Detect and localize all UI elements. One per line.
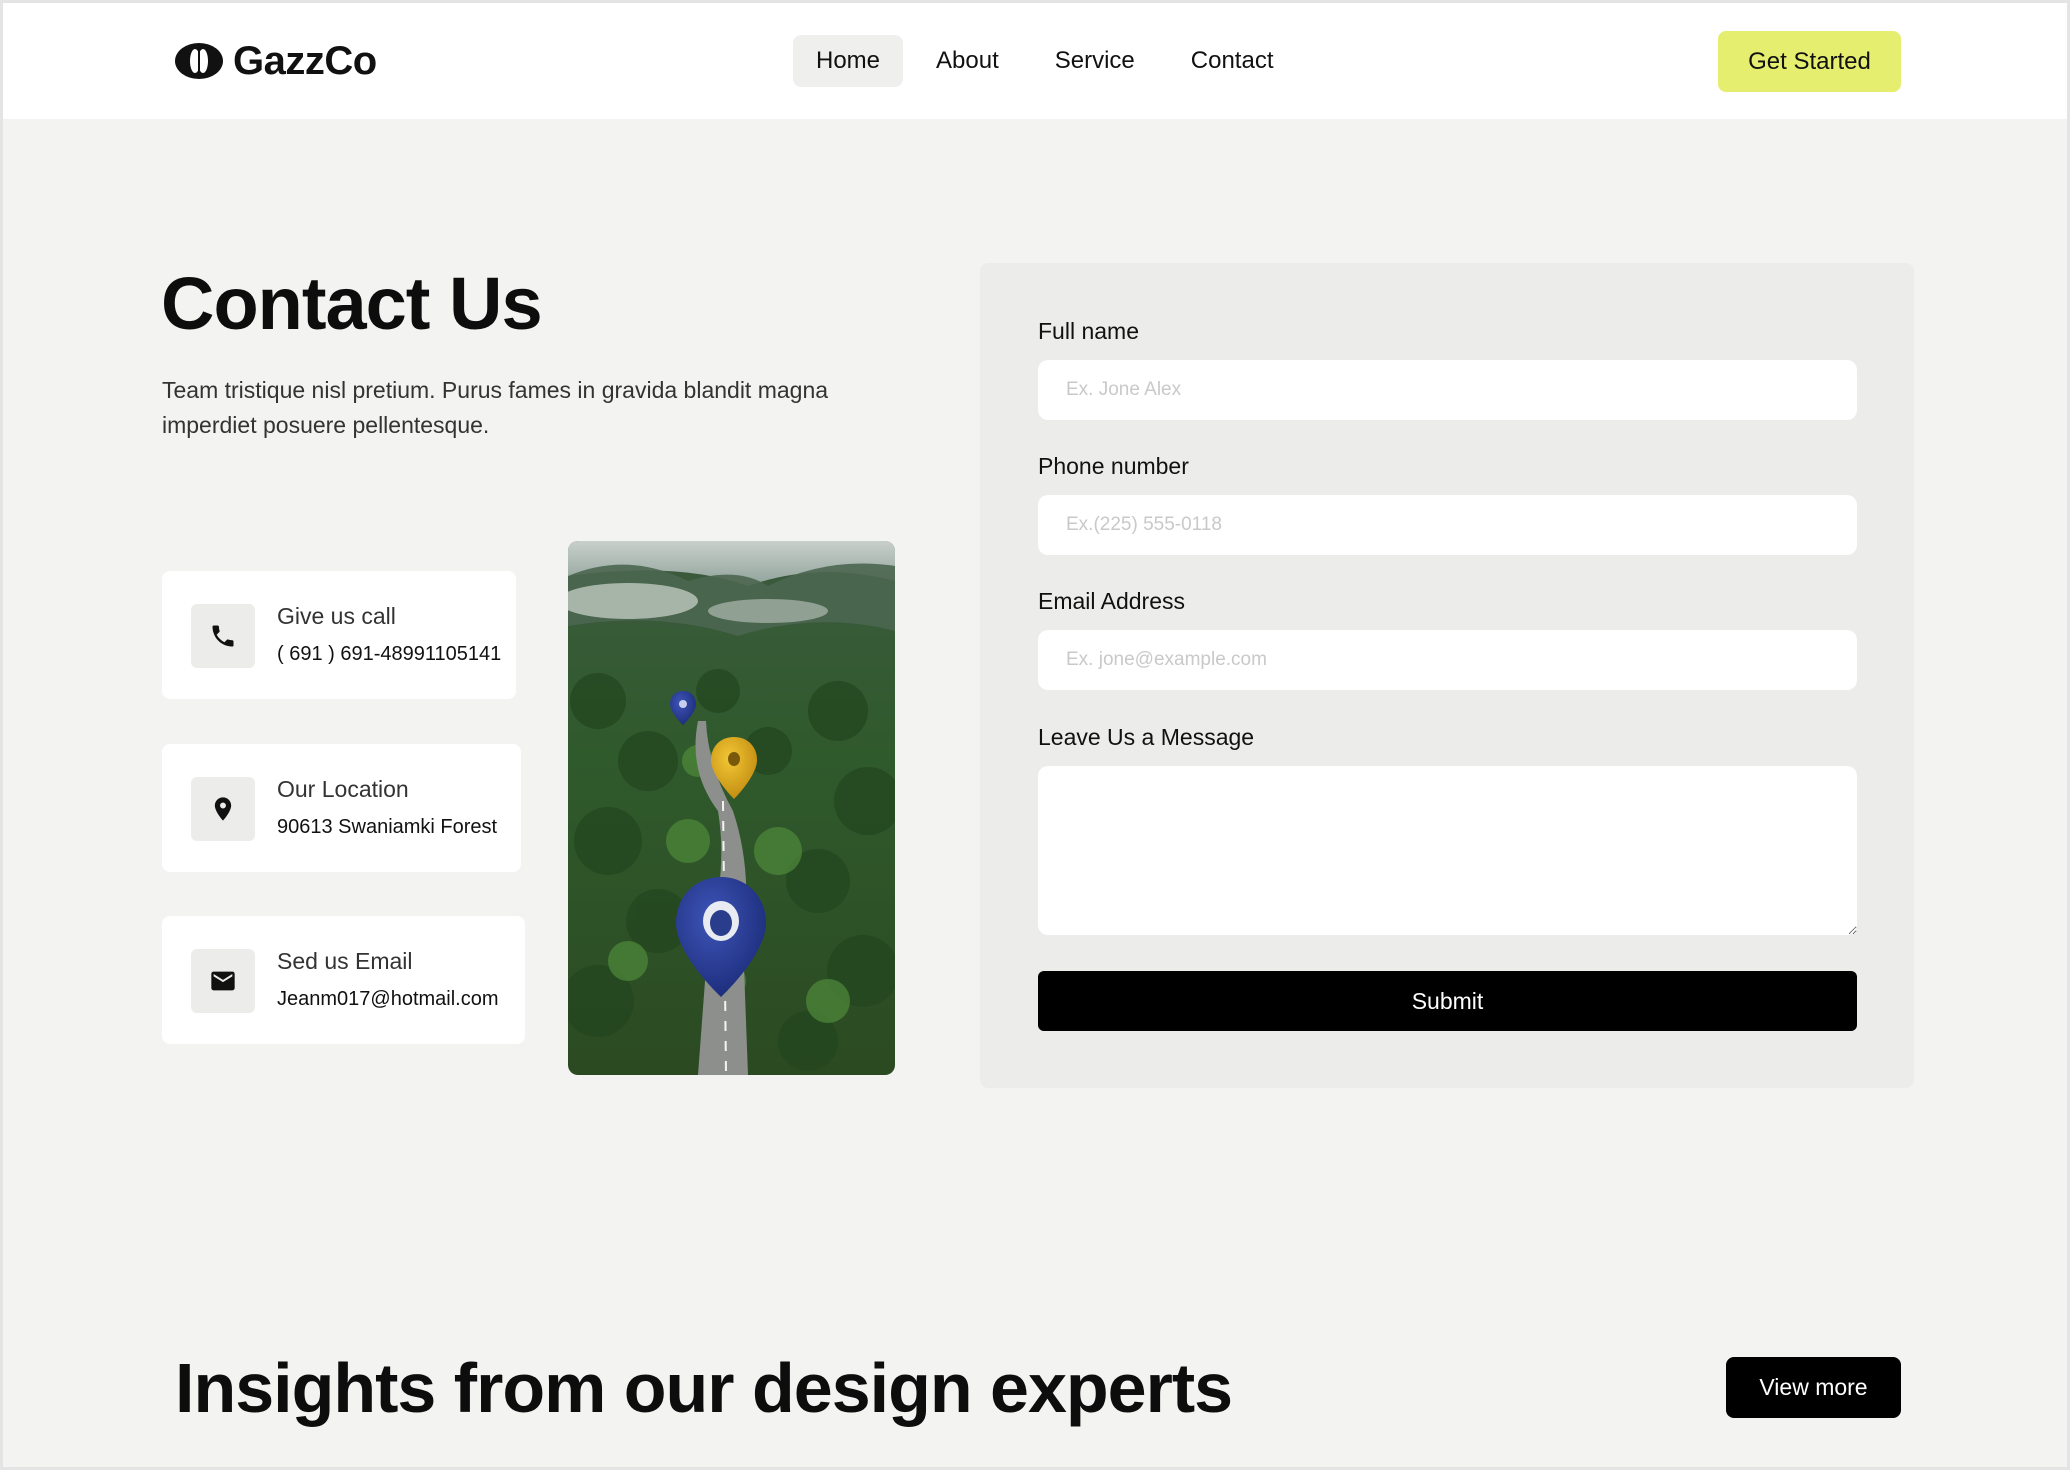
main-nav: Home About Service Contact <box>793 35 1297 87</box>
nav-item-service[interactable]: Service <box>1032 35 1158 87</box>
location-pin-icon <box>191 777 255 841</box>
mail-icon <box>191 949 255 1013</box>
email-input[interactable] <box>1038 630 1857 690</box>
logo-mark-icon <box>175 43 223 79</box>
call-label: Give us call <box>277 603 396 629</box>
page-title: Contact Us <box>161 262 543 345</box>
phone-input[interactable] <box>1038 495 1857 555</box>
nav-item-contact[interactable]: Contact <box>1168 35 1297 87</box>
location-info-card[interactable]: Our Location 90613 Swaniamki Forest <box>162 744 521 872</box>
phone-label: Phone number <box>1038 453 1189 479</box>
phone-icon <box>191 604 255 668</box>
email-label: Sed us Email <box>277 948 413 974</box>
full-name-label: Full name <box>1038 318 1139 344</box>
nav-item-about[interactable]: About <box>913 35 1022 87</box>
insights-title: Insights from our design experts <box>175 1349 1233 1427</box>
submit-button[interactable]: Submit <box>1038 971 1857 1031</box>
location-address: 90613 Swaniamki Forest <box>277 816 498 838</box>
page-description: Team tristique nisl pretium. Purus fames… <box>162 377 829 438</box>
email-address: Jeanm017@hotmail.com <box>277 988 499 1010</box>
nav-item-home[interactable]: Home <box>793 35 904 87</box>
page-frame: GazzCo Home About Service Contact Get St… <box>0 0 2070 1470</box>
contact-form: Full name Phone number Email Address Lea… <box>980 263 1914 1088</box>
full-name-input[interactable] <box>1038 360 1857 420</box>
forest-road-photo <box>568 541 895 1075</box>
message-label: Leave Us a Message <box>1038 724 1255 750</box>
site-header: GazzCo Home About Service Contact Get St… <box>3 3 2067 119</box>
brand-logo[interactable]: GazzCo <box>173 39 377 83</box>
email-field-label: Email Address <box>1038 588 1186 614</box>
get-started-button[interactable]: Get Started <box>1718 31 1901 92</box>
phone-number: ( 691 ) 691-48991105141 <box>277 643 502 665</box>
location-label: Our Location <box>277 776 409 802</box>
view-more-button[interactable]: View more <box>1726 1357 1901 1418</box>
email-info-card[interactable]: Sed us Email Jeanm017@hotmail.com <box>162 916 525 1044</box>
call-info-card[interactable]: Give us call ( 691 ) 691-48991105141 <box>162 571 516 699</box>
message-textarea[interactable] <box>1038 766 1857 935</box>
brand-name: GazzCo <box>233 38 377 83</box>
